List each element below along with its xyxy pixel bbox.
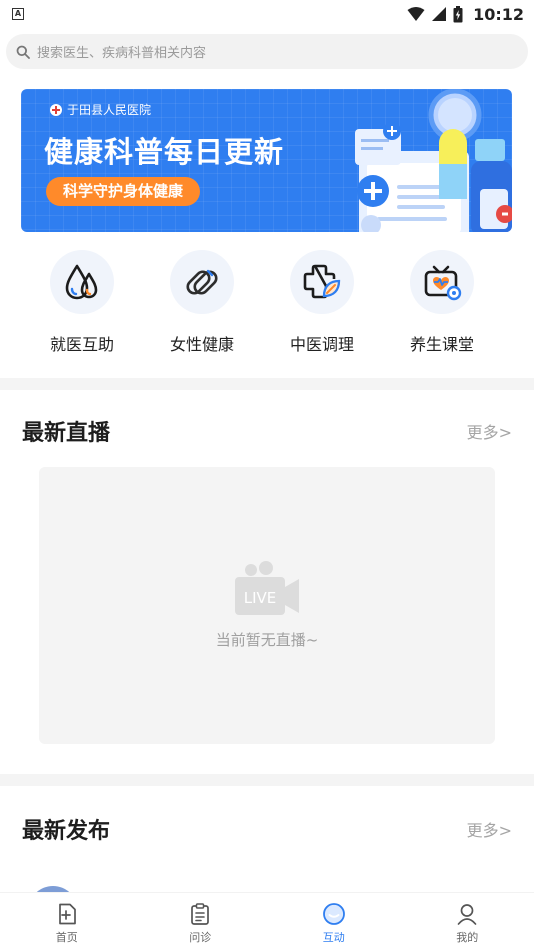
release-section-title: 最新发布 (22, 819, 111, 844)
search-placeholder: 搜索医生、疾病科普相关内容 (37, 46, 207, 61)
quick-link-label: 中医调理 (289, 335, 354, 354)
quick-link-label: 养生课堂 (409, 335, 474, 354)
wifi-icon (407, 7, 425, 21)
section-divider (0, 774, 534, 786)
release-more-link[interactable]: 更多> (467, 817, 512, 841)
live-more-link[interactable]: 更多> (467, 419, 512, 443)
nav-label: 问诊 (189, 931, 212, 944)
live-empty-text: 当前暂无直播~ (215, 631, 319, 649)
nav-consultation[interactable]: 问诊 (134, 893, 268, 950)
user-icon (457, 904, 477, 925)
search-icon (16, 45, 30, 59)
nav-label: 首页 (55, 931, 78, 944)
herbal-cross-icon (290, 250, 354, 314)
medical-illustration-icon (355, 89, 512, 232)
battery-icon (453, 5, 463, 22)
water-drops-icon (50, 250, 114, 314)
nav-home[interactable]: 首页 (0, 893, 134, 950)
cellular-signal-icon (432, 7, 447, 21)
nav-interaction[interactable]: 互动 (267, 893, 401, 950)
nav-profile[interactable]: 我的 (401, 893, 534, 950)
status-indicators: 10:12 (407, 5, 524, 24)
live-empty-state: LIVE 当前暂无直播~ (39, 467, 495, 744)
live-camera-icon: LIVE (235, 561, 299, 615)
hospital-cross-icon (50, 103, 62, 116)
banner-hospital: 于田县人民医院 (50, 101, 151, 118)
quick-link-medical-mutual-aid[interactable]: 就医互助 (22, 250, 142, 368)
app-notification-icon: A (12, 8, 24, 20)
chat-bubble-icon (322, 903, 345, 925)
banner-slogan-pill: 科学守护身体健康 (46, 177, 201, 206)
tv-heart-icon (410, 250, 474, 314)
live-badge-text: LIVE (244, 589, 277, 607)
chain-link-icon (170, 250, 234, 314)
nav-label: 互动 (322, 931, 345, 944)
quick-link-label: 女性健康 (169, 335, 234, 354)
quick-link-wellness-class[interactable]: 养生课堂 (382, 250, 502, 368)
quick-links: 就医互助 女性健康 中医调理 养生课堂 (0, 250, 534, 368)
live-section-title: 最新直播 (22, 421, 111, 446)
home-doc-icon (58, 903, 76, 925)
banner-hospital-name: 于田县人民医院 (67, 103, 152, 117)
bottom-nav: 首页 问诊 互动 我的 (0, 892, 534, 950)
banner-title: 健康科普每日更新 (44, 135, 285, 169)
nav-label: 我的 (456, 931, 479, 944)
search-bar[interactable]: 搜索医生、疾病科普相关内容 (6, 34, 528, 69)
quick-link-label: 就医互助 (49, 335, 114, 354)
quick-link-womens-health[interactable]: 女性健康 (142, 250, 262, 368)
status-time: 10:12 (473, 4, 524, 24)
promo-banner[interactable]: 于田县人民医院 健康科普每日更新 科学守护身体健康 (21, 89, 512, 232)
status-bar: A 10:12 (0, 0, 534, 28)
clipboard-icon (191, 903, 210, 925)
quick-link-tcm-conditioning[interactable]: 中医调理 (262, 250, 382, 368)
section-divider (0, 378, 534, 390)
